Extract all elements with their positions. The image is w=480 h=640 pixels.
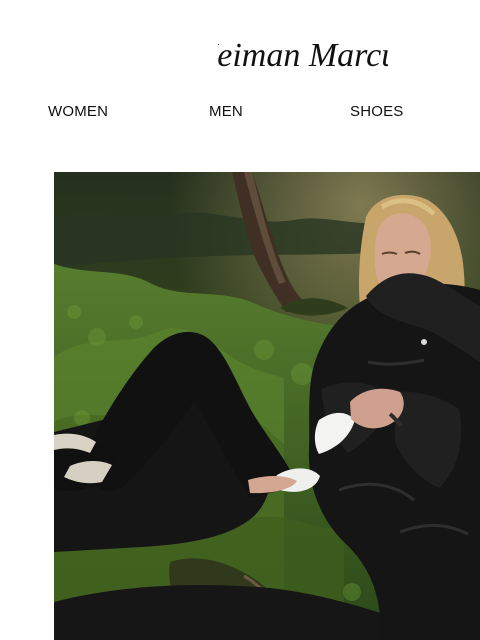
email-page: Neiman Marcus WOMEN MEN SHOES [0, 0, 480, 640]
hero-image[interactable] [54, 172, 480, 640]
nav-item-shoes[interactable]: SHOES [350, 102, 404, 122]
top-nav: WOMEN MEN SHOES [0, 102, 480, 124]
forest-model-photo-icon [54, 172, 480, 640]
brand-logo[interactable]: Neiman Marcus [218, 18, 388, 88]
nav-item-men[interactable]: MEN [209, 102, 243, 122]
neiman-marcus-logo-icon: Neiman Marcus [218, 37, 388, 74]
brand-name: Neiman Marcus [218, 37, 388, 74]
nav-item-women[interactable]: WOMEN [48, 102, 108, 122]
